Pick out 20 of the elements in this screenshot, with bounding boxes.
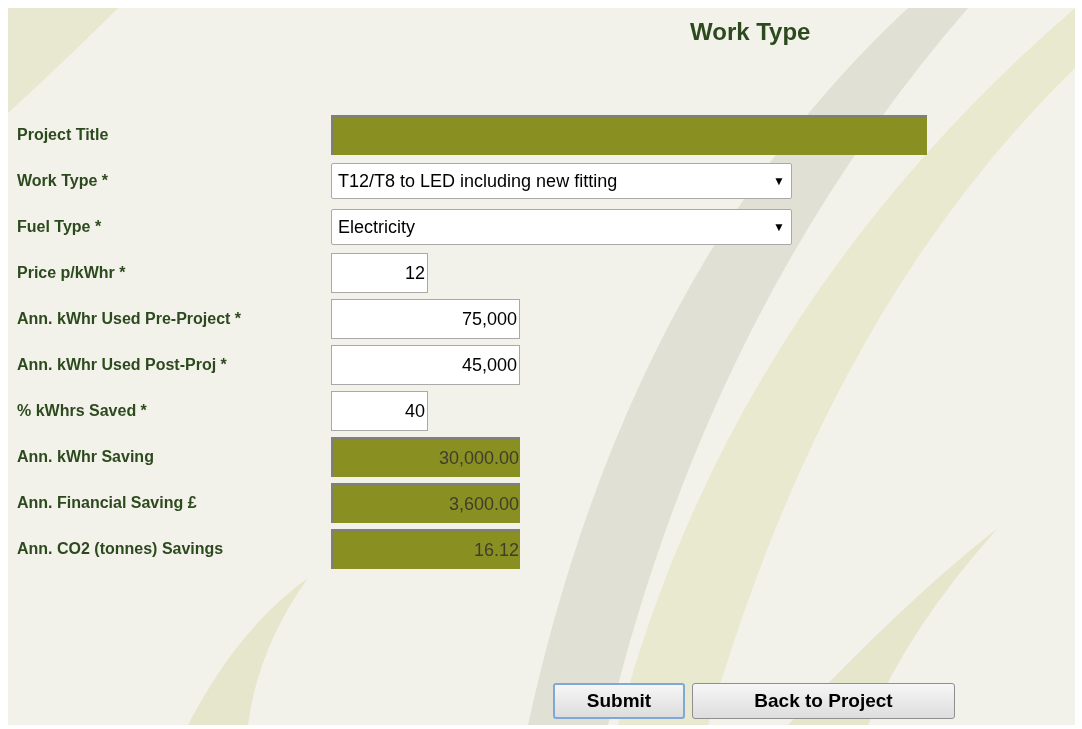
- input-field[interactable]: 40: [331, 391, 428, 431]
- page-title: Work Type: [690, 17, 811, 47]
- form-button[interactable]: Back to Project: [692, 683, 955, 719]
- field-label: Ann. CO2 (tonnes) Savings: [16, 539, 225, 559]
- field-label: Ann. kWhr Used Pre-Project *: [16, 309, 243, 329]
- input-field[interactable]: 75,000: [331, 299, 520, 339]
- field-label: Work Type *: [16, 171, 109, 191]
- field-label: % kWhrs Saved *: [16, 401, 148, 421]
- field-label: Project Title: [16, 125, 110, 145]
- readonly-field[interactable]: [331, 115, 927, 155]
- field-label: Ann. kWhr Used Post-Proj *: [16, 355, 228, 375]
- input-field[interactable]: 12: [331, 253, 428, 293]
- form-button[interactable]: Submit: [553, 683, 685, 719]
- input-field[interactable]: 45,000: [331, 345, 520, 385]
- dropdown-field[interactable]: Electricity ▼: [331, 209, 792, 245]
- dropdown-field[interactable]: T12/T8 to LED including new fitting ▼: [331, 163, 792, 199]
- field-label: Price p/kWhr *: [16, 263, 127, 283]
- field-label: Fuel Type *: [16, 217, 103, 237]
- field-label: Ann. kWhr Saving: [16, 447, 155, 467]
- field-label: Ann. Financial Saving £: [16, 493, 198, 513]
